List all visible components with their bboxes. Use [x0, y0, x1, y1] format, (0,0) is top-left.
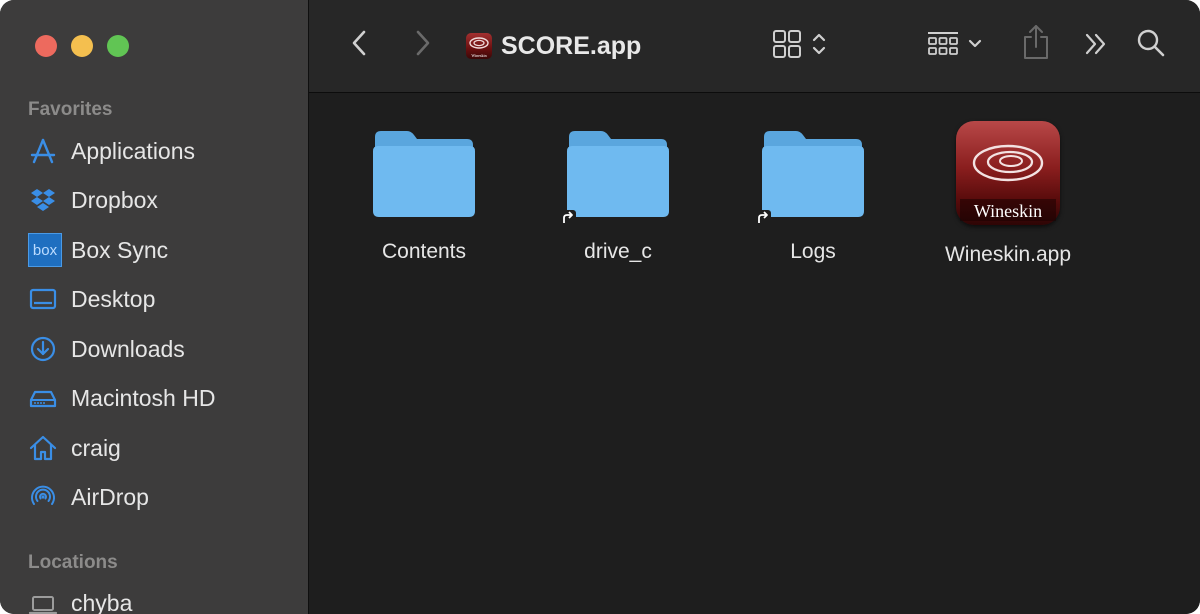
wineskin-app-icon: Wineskin — [466, 33, 492, 59]
zoom-button[interactable] — [107, 35, 129, 57]
more-toolbar-button[interactable] — [1081, 30, 1111, 62]
favorites-section-title: Favorites — [28, 99, 113, 120]
file-item-logs[interactable]: Logs — [718, 125, 908, 264]
sidebar-item-label: craig — [71, 434, 121, 461]
search-icon — [1136, 28, 1166, 63]
double-chevron-right-icon — [1082, 30, 1110, 63]
chevron-right-icon — [413, 28, 433, 63]
group-grid-icon — [926, 29, 960, 64]
hard-drive-icon — [28, 381, 62, 415]
file-grid: Contents drive_c Logs Wineskin Wineskin.… — [309, 93, 1200, 614]
laptop-icon — [28, 586, 62, 614]
sidebar-item-macintosh-hd[interactable]: Macintosh HD — [28, 378, 298, 418]
sidebar-item-airdrop[interactable]: AirDrop — [28, 477, 298, 517]
desktop-icon — [28, 282, 62, 316]
toolbar: Wineskin SCORE.app — [309, 0, 1200, 93]
alias-arrow-icon — [754, 209, 772, 232]
sidebar-item-box-sync[interactable]: box Box Sync — [28, 230, 298, 270]
forward-button[interactable] — [409, 28, 437, 62]
share-button[interactable] — [1019, 24, 1053, 64]
sidebar-item-label: Macintosh HD — [71, 384, 216, 411]
group-menu-button[interactable] — [919, 28, 989, 64]
sidebar-item-dropbox[interactable]: Dropbox — [28, 180, 298, 220]
sidebar-item-applications[interactable]: Applications — [28, 131, 298, 171]
folder-icon — [369, 125, 479, 226]
back-button[interactable] — [345, 28, 373, 62]
file-label: Contents — [381, 240, 467, 263]
locations-section-title: Locations — [28, 552, 118, 573]
search-button[interactable] — [1135, 28, 1167, 62]
window-title: Wineskin SCORE.app — [466, 27, 641, 65]
minimize-button[interactable] — [71, 35, 93, 57]
sidebar-item-chyba[interactable]: chyba — [28, 583, 298, 614]
applications-icon — [28, 134, 62, 168]
sidebar-item-label: Desktop — [71, 285, 156, 312]
sidebar-item-label: Downloads — [71, 335, 185, 362]
chevron-left-icon — [349, 28, 369, 63]
alias-arrow-icon — [559, 209, 577, 232]
sidebar-item-craig[interactable]: craig — [28, 428, 298, 468]
downloads-icon — [28, 332, 62, 366]
sidebar-item-desktop[interactable]: Desktop — [28, 279, 298, 319]
sidebar-item-label: AirDrop — [71, 483, 149, 510]
file-label: Logs — [790, 240, 836, 263]
window-controls — [35, 35, 129, 57]
finder-window: Favorites Applications Dropbox box Box S… — [0, 0, 1200, 614]
sidebar: Favorites Applications Dropbox box Box S… — [0, 0, 309, 614]
file-item-contents[interactable]: Contents — [329, 125, 519, 264]
close-button[interactable] — [35, 35, 57, 57]
wineskin-app-icon: Wineskin — [956, 121, 1060, 225]
sidebar-item-label: chyba — [71, 589, 133, 614]
share-icon — [1021, 23, 1051, 66]
chevron-down-icon — [967, 36, 983, 57]
file-label: Wineskin.app — [944, 243, 1072, 266]
file-label: drive_c — [584, 240, 652, 263]
sidebar-item-label: Box Sync — [71, 236, 169, 263]
sidebar-item-downloads[interactable]: Downloads — [28, 329, 298, 369]
view-mode-button[interactable] — [764, 28, 834, 64]
file-item-wineskin-app[interactable]: Wineskin Wineskin.app — [913, 121, 1103, 267]
dropbox-icon — [28, 183, 62, 217]
home-icon — [28, 431, 62, 465]
up-down-chevron-icon — [811, 30, 827, 63]
sidebar-item-label: Dropbox — [71, 186, 158, 213]
folder-alias-icon — [560, 125, 673, 226]
airdrop-icon — [28, 480, 62, 514]
box-icon: box — [28, 233, 62, 267]
sidebar-item-label: Applications — [71, 137, 196, 164]
icon-grid-view-icon — [771, 28, 803, 65]
folder-alias-icon — [755, 125, 868, 226]
file-item-drive-c[interactable]: drive_c — [523, 125, 713, 264]
